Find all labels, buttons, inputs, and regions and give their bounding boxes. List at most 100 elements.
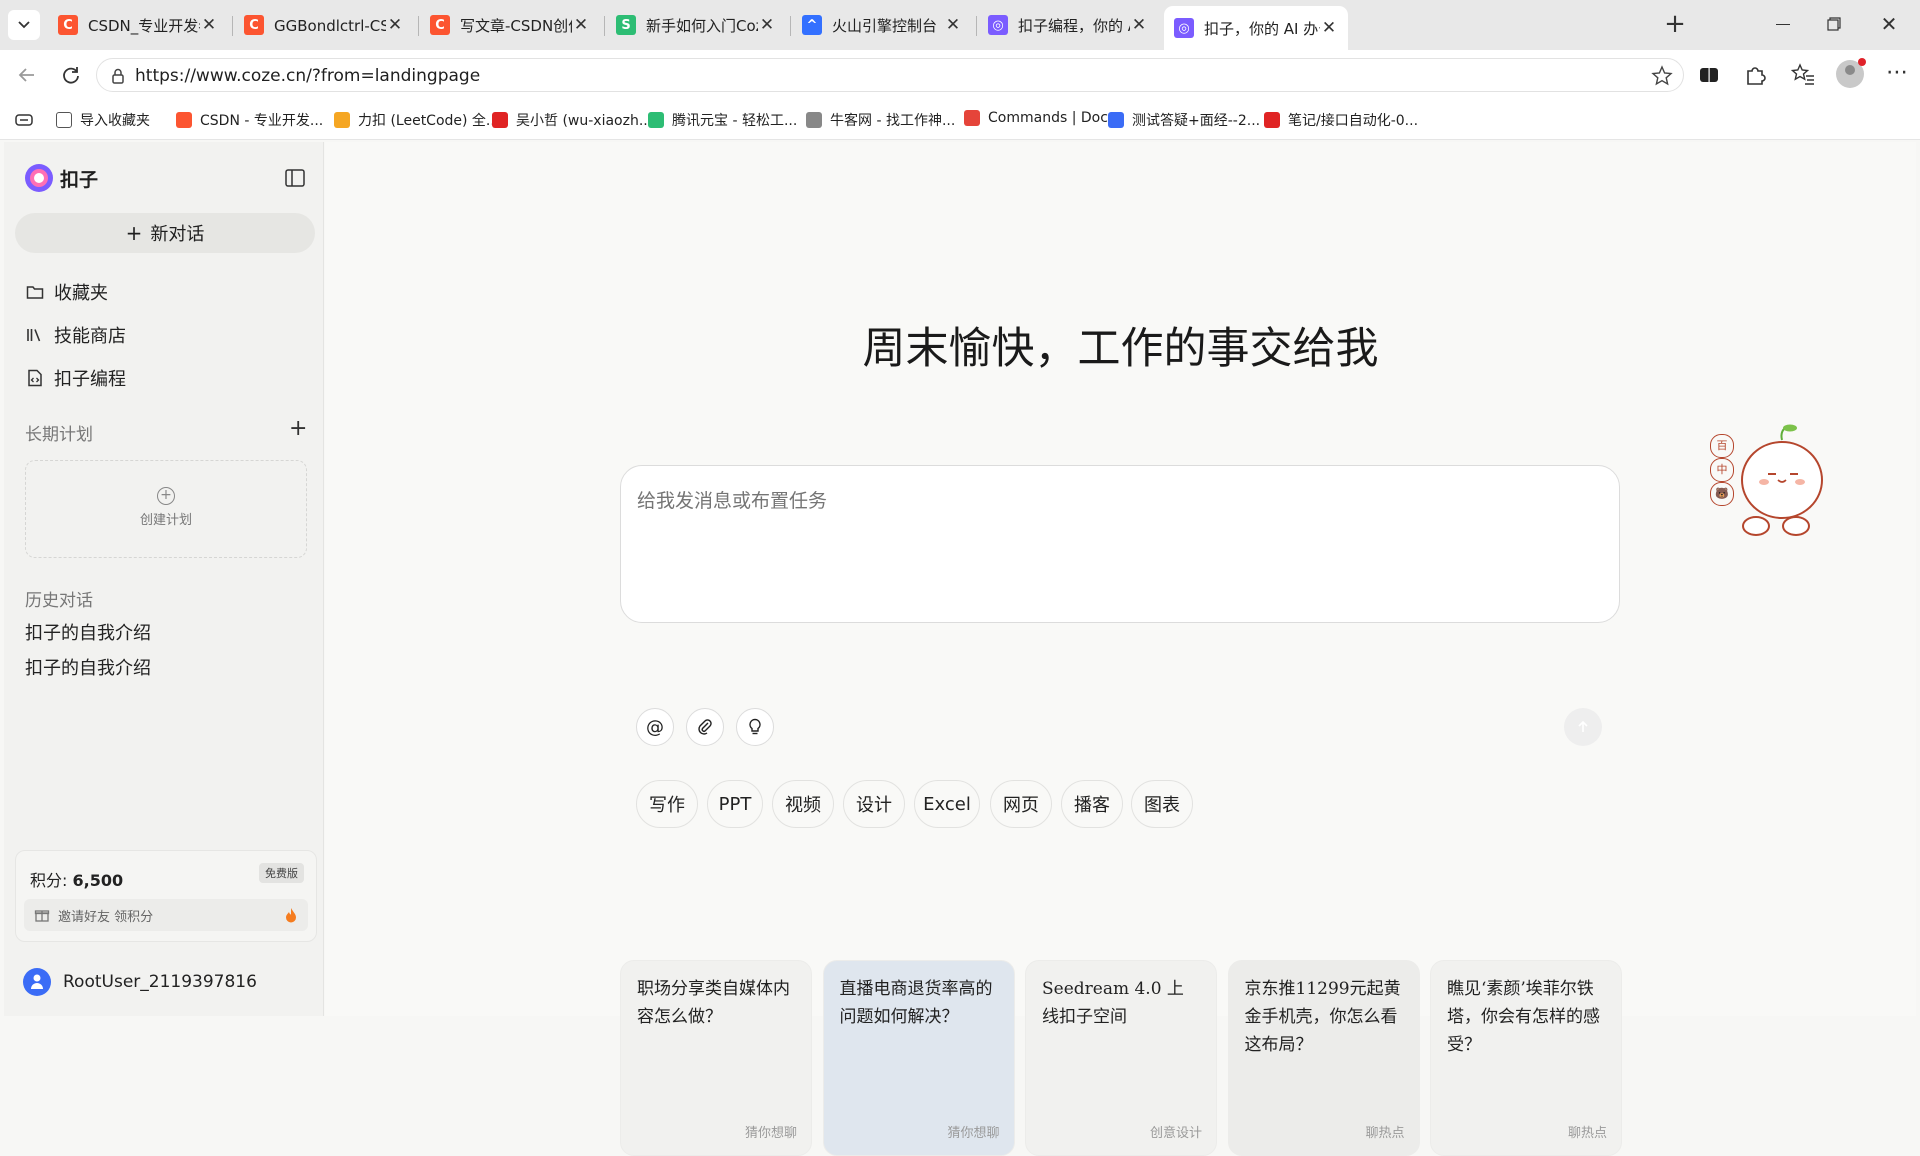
site-info-icon[interactable] <box>109 67 127 85</box>
tab[interactable]: ◎ 扣子编程，你的 AI 开发✕ <box>978 6 1158 44</box>
suggestion-card[interactable]: 职场分享类自媒体内容怎么做？ 猜你想聊 <box>620 960 812 1156</box>
tab-list-dropdown-button[interactable] <box>8 10 40 40</box>
user-profile[interactable]: RootUser_2119397816 <box>23 968 257 996</box>
tab-title: 写文章-CSDN创作中心 <box>460 16 572 35</box>
minimize-button[interactable] <box>1768 12 1798 38</box>
quick-action-chip[interactable]: 写作 <box>636 780 698 828</box>
quick-action-chip[interactable]: PPT <box>707 780 763 828</box>
tab[interactable]: C GGBondlctrl-CSDN博客✕ <box>234 6 414 44</box>
bookmark-item[interactable]: Commands | Docs <box>964 110 1115 126</box>
tab-close-icon[interactable]: ✕ <box>944 15 962 35</box>
send-button[interactable] <box>1564 708 1602 746</box>
message-input[interactable] <box>635 484 1589 548</box>
quick-action-chip[interactable]: 图表 <box>1131 780 1193 828</box>
close-window-button[interactable]: ✕ <box>1874 12 1904 38</box>
message-composer <box>620 465 1620 623</box>
tab-close-icon[interactable]: ✕ <box>1320 18 1338 38</box>
bookmark-item[interactable]: 吴小哲 (wu-xiaozh... <box>492 110 652 130</box>
mascot-badge: 百 <box>1710 434 1734 458</box>
tab-favicon-icon: C <box>430 15 450 35</box>
bookmark-favicon-icon <box>1264 112 1280 128</box>
tab[interactable]: C 写文章-CSDN创作中心✕ <box>420 6 600 44</box>
tab-close-icon[interactable]: ✕ <box>1130 15 1148 35</box>
sidebar-item-label: 扣子编程 <box>54 369 126 390</box>
attach-file-button[interactable] <box>686 708 724 746</box>
suggestion-card-tag: 猜你想聊 <box>947 1126 1000 1141</box>
refresh-button[interactable] <box>56 60 86 90</box>
suggestion-card[interactable]: Seedream 4.0 上线扣子空间 创意设计 <box>1025 960 1217 1156</box>
import-favorites-button[interactable]: 导入收藏夹 <box>56 110 150 130</box>
suggestion-card[interactable]: 京东推11299元起黄金手机壳，你怎么看这布局？ 聊热点 <box>1227 960 1420 1156</box>
tab-favicon-icon: C <box>58 15 78 35</box>
tab-active[interactable]: ◎ 扣子，你的 AI 办公助手✕ <box>1164 6 1348 50</box>
sidebar-item-skill-store[interactable]: 技能商店 <box>26 322 126 348</box>
quick-action-chip[interactable]: 设计 <box>843 780 905 828</box>
suggestion-card[interactable]: 直播电商退货率高的问题如何解决？ 猜你想聊 <box>822 960 1015 1156</box>
app-name: 扣子 <box>60 168 99 191</box>
bookmark-item[interactable]: 牛客网 - 找工作神... <box>806 110 955 130</box>
tab-title: CSDN_专业开发者社区_ <box>88 16 200 35</box>
split-screen-button[interactable] <box>1696 62 1722 88</box>
suggestion-card-title: 京东推11299元起黄金手机壳，你怎么看这布局？ <box>1244 979 1401 1055</box>
new-chat-button[interactable]: + 新对话 <box>15 213 315 253</box>
bookmark-favicon-icon <box>1108 112 1124 128</box>
tab-close-icon[interactable]: ✕ <box>572 15 590 35</box>
restore-button[interactable] <box>1818 12 1848 38</box>
tab-separator <box>232 16 233 36</box>
tab-close-icon[interactable]: ✕ <box>758 15 776 35</box>
history-item[interactable]: 扣子的自我介绍 <box>25 619 151 645</box>
profile-avatar-button[interactable] <box>1836 58 1866 88</box>
avatar-head <box>1845 65 1855 75</box>
new-tab-button[interactable]: + <box>1660 10 1690 40</box>
bookmark-item[interactable]: 力扣 (LeetCode) 全... <box>334 110 499 130</box>
sidebar-item-coze-coding[interactable]: 扣子编程 <box>26 365 126 391</box>
address-bar[interactable]: https://www.coze.cn/?from=landingpage <box>96 58 1684 92</box>
tab-title: 扣子编程，你的 AI 开发 <box>1018 16 1130 35</box>
bookmark-favicon-icon <box>176 112 192 128</box>
favorites-button[interactable] <box>1790 62 1816 88</box>
tab-close-icon[interactable]: ✕ <box>386 15 404 35</box>
sidebar-toggle-icon <box>285 169 305 187</box>
points-panel: 积分: 6,500 免费版 邀请好友 领积分 <box>15 850 317 942</box>
back-button[interactable] <box>12 60 42 90</box>
create-plan-label: 创建计划 <box>139 513 192 528</box>
history-item[interactable]: 扣子的自我介绍 <box>25 654 151 680</box>
mention-button[interactable]: @ <box>636 708 674 746</box>
app-logo[interactable]: 扣子 <box>24 163 98 193</box>
suggestion-card[interactable]: 瞧见‘素颜’埃菲尔铁塔，你会有怎样的感受？ 聊热点 <box>1430 960 1622 1156</box>
quick-action-chip[interactable]: Excel <box>914 780 980 828</box>
tab[interactable]: C CSDN_专业开发者社区_✕ <box>48 6 228 44</box>
more-menu-button[interactable]: ⋯ <box>1884 62 1910 88</box>
user-avatar <box>23 968 51 996</box>
bookmark-item[interactable]: 测试答疑+面经--2... <box>1108 110 1260 130</box>
mascot[interactable]: 百 中 🐻 <box>1710 422 1840 542</box>
tab-close-icon[interactable]: ✕ <box>200 15 218 35</box>
quick-action-chip[interactable]: 播客 <box>1061 780 1123 828</box>
bookmark-label: 测试答疑+面经--2... <box>1132 113 1261 129</box>
collapse-sidebar-button[interactable] <box>284 168 306 188</box>
bookmark-label: 力扣 (LeetCode) 全... <box>358 113 500 129</box>
add-plan-button[interactable]: + <box>289 416 307 441</box>
bookmark-label: 腾讯元宝 - 轻松工... <box>672 113 798 129</box>
bookmark-item[interactable]: CSDN - 专业开发... <box>176 110 323 130</box>
mascot-character-icon <box>1741 424 1823 536</box>
bookmark-item[interactable]: 腾讯元宝 - 轻松工... <box>648 110 797 130</box>
tab[interactable]: S 新手如何入门Coze工作流✕ <box>606 6 786 44</box>
star-icon[interactable] <box>1651 65 1673 87</box>
inspiration-button[interactable] <box>736 708 774 746</box>
bookmark-favicon-icon <box>492 112 508 128</box>
sidebar-item-favorites[interactable]: 收藏夹 <box>26 279 108 305</box>
quick-action-chip[interactable]: 视频 <box>772 780 834 828</box>
bookmark-label: Commands | Docs <box>988 110 1116 126</box>
tab[interactable]: ^ 火山引擎控制台 ✕ <box>792 6 972 44</box>
restore-icon <box>1827 17 1841 31</box>
sidebar-item-label: 技能商店 <box>54 326 126 347</box>
extensions-button[interactable] <box>1742 62 1768 88</box>
bookmark-favicon-icon <box>806 112 822 128</box>
create-plan-box[interactable]: + 创建计划 <box>25 460 307 558</box>
reading-list-button[interactable] <box>14 112 34 128</box>
quick-action-chip[interactable]: 网页 <box>990 780 1052 828</box>
browser-toolbar: https://www.coze.cn/?from=landingpage ⋯ <box>0 50 1920 100</box>
bookmark-item[interactable]: 笔记/接口自动化-0... <box>1264 110 1418 130</box>
invite-friends-button[interactable]: 邀请好友 领积分 <box>24 899 308 931</box>
